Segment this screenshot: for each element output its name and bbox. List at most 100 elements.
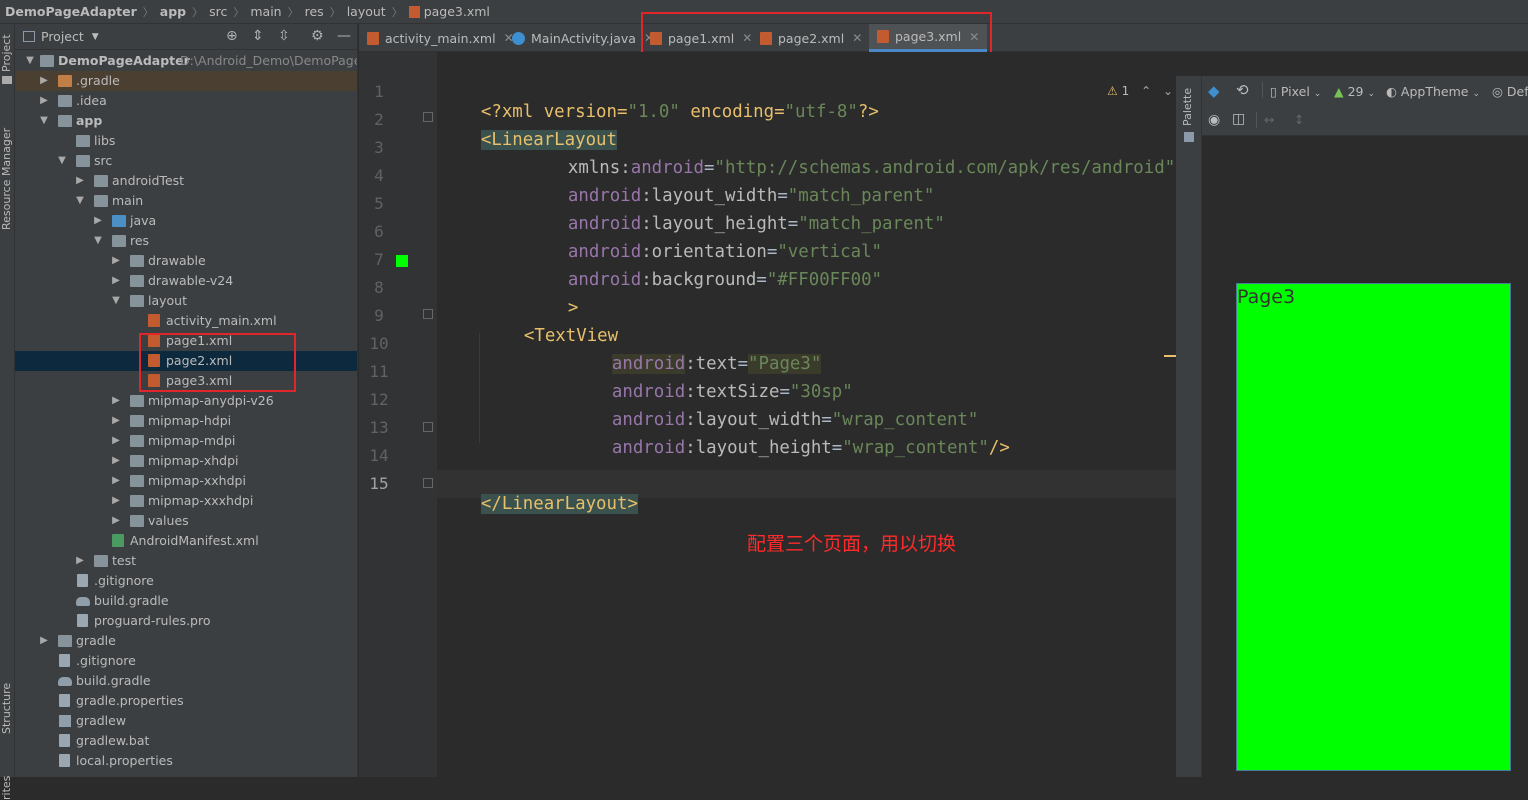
chevron-right-icon[interactable]: ▶	[39, 631, 49, 651]
fold-icon[interactable]	[423, 422, 433, 432]
tree-item-libs[interactable]: libs	[15, 131, 357, 151]
tree-item-mipmap-xxhdpi[interactable]: ▶ mipmap-xxhdpi	[15, 471, 357, 491]
inspections-widget[interactable]: ⚠ 1 ⌃ ⌄	[1107, 84, 1173, 98]
tree-item-gradle-dir[interactable]: ▶ .gradle	[15, 71, 357, 91]
tree-item-drawable-v24[interactable]: ▶ drawable-v24	[15, 271, 357, 291]
tree-item-mipmap-xhdpi[interactable]: ▶ mipmap-xhdpi	[15, 451, 357, 471]
tree-item-gradlew[interactable]: gradlew	[15, 711, 357, 731]
eye-icon[interactable]: ◉	[1208, 112, 1220, 128]
tree-item-idea[interactable]: ▶ .idea	[15, 91, 357, 111]
chevron-down-icon[interactable]: ▼	[39, 111, 49, 131]
breadcrumb-src[interactable]: src	[209, 4, 227, 19]
preview-textview[interactable]: Page3	[1237, 286, 1295, 308]
tree-item-res[interactable]: ▼ res	[15, 231, 357, 251]
chevron-right-icon[interactable]: ▶	[93, 211, 103, 231]
chevron-down-icon[interactable]: ▼	[25, 51, 35, 71]
tree-item-app[interactable]: ▼ app	[15, 111, 357, 131]
tree-item-mipmap-mdpi[interactable]: ▶ mipmap-mdpi	[15, 431, 357, 451]
tree-item-mipmap-anydpi[interactable]: ▶ mipmap-anydpi-v26	[15, 391, 357, 411]
chevron-right-icon[interactable]: ▶	[39, 71, 49, 91]
tree-item-mipmap-xxxhdpi[interactable]: ▶ mipmap-xxxhdpi	[15, 491, 357, 511]
resource-manager-tool-tab[interactable]: Resource Manager	[0, 128, 13, 230]
tree-item-mipmap-hdpi[interactable]: ▶ mipmap-hdpi	[15, 411, 357, 431]
breadcrumb-file[interactable]: page3.xml	[424, 4, 490, 19]
tree-item-java[interactable]: ▶ java	[15, 211, 357, 231]
chevron-right-icon[interactable]: ▶	[111, 271, 121, 291]
locate-icon[interactable]: ⊕	[226, 28, 238, 44]
chevron-down-icon[interactable]: ▼	[111, 291, 121, 311]
breadcrumb-layout[interactable]: layout	[347, 4, 386, 19]
expand-all-icon[interactable]: ⇕	[252, 28, 264, 44]
horizontal-constraint-icon[interactable]: ↔	[1264, 112, 1274, 127]
tree-item-main[interactable]: ▼ main	[15, 191, 357, 211]
tree-item-gradle[interactable]: ▶ gradle	[15, 631, 357, 651]
tree-item-values[interactable]: ▶ values	[15, 511, 357, 531]
tree-item-gitignore[interactable]: .gitignore	[15, 651, 357, 671]
breadcrumb-main[interactable]: main	[250, 4, 281, 19]
chevron-right-icon[interactable]: ▶	[111, 431, 121, 451]
chevron-right-icon[interactable]: ▶	[111, 491, 121, 511]
design-surface-icon[interactable]: ◆	[1208, 82, 1220, 100]
fold-icon[interactable]	[423, 478, 433, 488]
line-number: 6	[374, 222, 384, 241]
chevron-down-icon[interactable]: ▼	[93, 231, 103, 251]
breadcrumb-res[interactable]: res	[305, 4, 324, 19]
tree-item-manifest[interactable]: AndroidManifest.xml	[15, 531, 357, 551]
tab-mainactivity-java[interactable]: MainActivity.java ✕	[512, 24, 654, 52]
device-preview-frame[interactable]: Page3	[1236, 283, 1511, 771]
theme-selector[interactable]: ◐ AppTheme ⌄	[1386, 84, 1480, 99]
chevron-right-icon[interactable]: ▶	[111, 391, 121, 411]
vertical-constraint-icon[interactable]: ↕	[1294, 112, 1304, 127]
chevron-right-icon[interactable]: ▶	[111, 251, 121, 271]
palette-tool-tab[interactable]: Palette	[1181, 88, 1194, 126]
chevron-right-icon[interactable]: ▶	[111, 411, 121, 431]
tree-item-activity-main-xml[interactable]: activity_main.xml	[15, 311, 357, 331]
project-view-selector[interactable]: Project	[41, 29, 84, 44]
tree-item-androidtest[interactable]: ▶ androidTest	[15, 171, 357, 191]
tree-item-test[interactable]: ▶ test	[15, 551, 357, 571]
tree-item-gradlew-bat[interactable]: gradlew.bat	[15, 731, 357, 751]
tree-item-proguard[interactable]: proguard-rules.pro	[15, 611, 357, 631]
tree-item-drawable[interactable]: ▶ drawable	[15, 251, 357, 271]
tree-item-local-properties[interactable]: local.properties	[15, 751, 357, 771]
tree-item-app-gitignore[interactable]: .gitignore	[15, 571, 357, 591]
chevron-right-icon[interactable]: ▶	[111, 511, 121, 531]
tree-item-root[interactable]: ▼ DemoPageAdapter D:\Android_Demo\DemoPa…	[15, 51, 357, 71]
breadcrumb-project[interactable]: DemoPageAdapter	[5, 4, 137, 19]
text-file-icon	[59, 734, 70, 747]
tree-item-gradle-properties[interactable]: gradle.properties	[15, 691, 357, 711]
locale-selector[interactable]: ◎ Def	[1492, 84, 1528, 99]
structure-tool-tab[interactable]: Structure	[0, 683, 13, 734]
chevron-up-icon[interactable]: ⌃	[1141, 84, 1151, 98]
tree-item-src[interactable]: ▼ src	[15, 151, 357, 171]
chevron-right-icon[interactable]: ▶	[39, 91, 49, 111]
tree-item-build-gradle[interactable]: build.gradle	[15, 671, 357, 691]
chevron-down-icon[interactable]: ▼	[57, 151, 67, 171]
tab-activity-main-xml[interactable]: activity_main.xml ✕	[367, 24, 514, 52]
code-editor[interactable]: 1 2 3 4 5 6 7 8 9 10 11 12 13 14 15 <?xm…	[359, 52, 1176, 777]
chevron-right-icon[interactable]: ▶	[75, 551, 85, 571]
tree-item-layout[interactable]: ▼ layout	[15, 291, 357, 311]
code-token: "1.0"	[627, 102, 680, 122]
favorites-tool-tab[interactable]: rites	[0, 776, 13, 800]
blueprint-icon[interactable]: ◫	[1232, 111, 1245, 127]
gradle-icon	[76, 597, 90, 606]
fold-icon[interactable]	[423, 112, 433, 122]
orientation-icon[interactable]: ⟲	[1236, 81, 1249, 99]
chevron-down-icon[interactable]: ▼	[75, 191, 85, 211]
minimize-icon[interactable]: —	[337, 28, 351, 44]
device-selector[interactable]: ▯ Pixel ⌄	[1270, 84, 1321, 99]
dropdown-arrow-icon[interactable]: ▼	[92, 32, 99, 42]
api-level-selector[interactable]: ▲ 29 ⌄	[1334, 84, 1375, 99]
fold-icon[interactable]	[423, 309, 433, 319]
chevron-right-icon[interactable]: ▶	[111, 471, 121, 491]
chevron-down-icon[interactable]: ⌄	[1163, 84, 1173, 98]
chevron-right-icon[interactable]: ▶	[75, 171, 85, 191]
tree-item-app-build-gradle[interactable]: build.gradle	[15, 591, 357, 611]
breadcrumb-module[interactable]: app	[160, 4, 186, 19]
collapse-all-icon[interactable]: ⇳	[278, 28, 290, 44]
project-tool-tab[interactable]: Project	[0, 34, 13, 72]
gear-icon[interactable]: ⚙	[311, 28, 324, 44]
chevron-right-icon[interactable]: ▶	[111, 451, 121, 471]
color-swatch-icon[interactable]	[396, 255, 408, 267]
